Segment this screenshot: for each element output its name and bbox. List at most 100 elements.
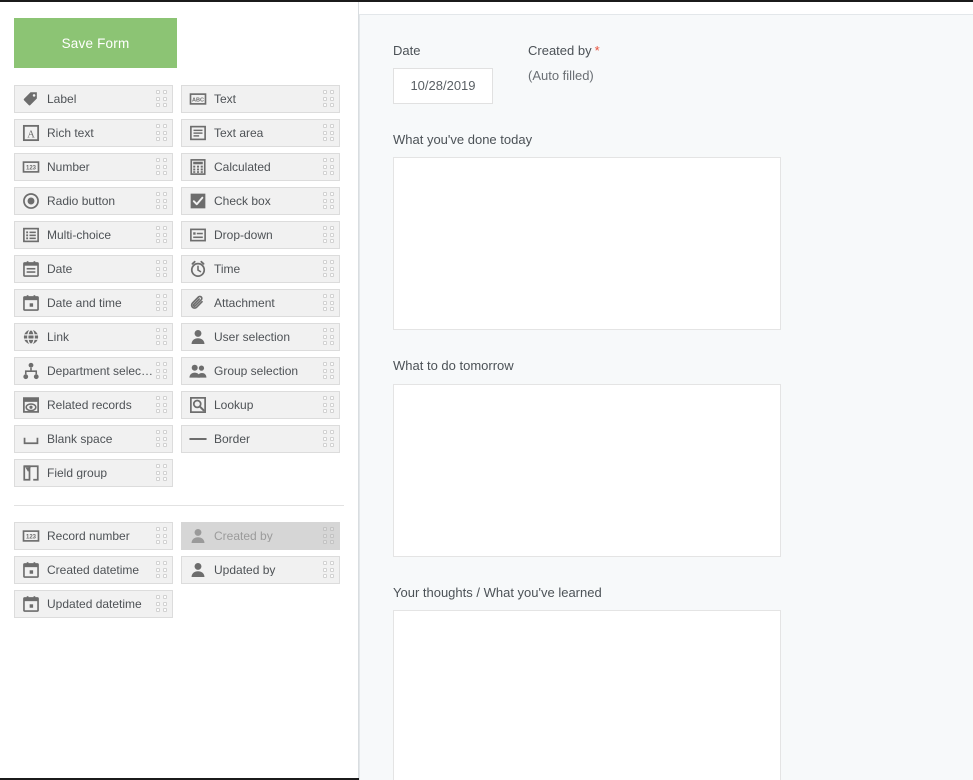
drag-handle-icon[interactable] [156,90,168,108]
palette-field-label[interactable]: Label [14,85,173,113]
palette-field-updated-datetime[interactable]: Updated datetime [14,590,173,618]
palette-field-updated-by[interactable]: Updated by [181,556,340,584]
calendar-clock-icon [21,293,41,313]
tag-icon [21,89,41,109]
drag-handle-icon[interactable] [156,124,168,142]
drag-handle-icon[interactable] [323,192,335,210]
palette-field-label: Department selection [47,365,154,377]
palette-field-attachment[interactable]: Attachment [181,289,340,317]
primary-field-list: Label ABCText ARich text Text area 123 Number… [0,85,359,487]
palette-field-text[interactable]: ABCText [181,85,340,113]
check-box-icon [188,191,208,211]
drag-handle-icon[interactable] [323,328,335,346]
palette-field-label: Text area [214,127,321,139]
textarea-label-1: What to do tomorrow [393,358,973,374]
textarea-input-2[interactable] [393,610,781,780]
textarea-label-2: Your thoughts / What you've learned [393,585,973,601]
palette-divider [14,505,344,506]
form-preview-wrapper: Date Created by* (Auto filled) What you'… [359,2,973,778]
multi-choice-list-icon [21,225,41,245]
palette-field-user-selection[interactable]: User selection [181,323,340,351]
palette-field-label: Number [47,161,154,173]
users-group-icon [188,361,208,381]
drag-handle-icon[interactable] [156,396,168,414]
created-by-label-text: Created by [528,43,592,58]
palette-field-drop-down[interactable]: Drop-down [181,221,340,249]
palette-field-label: Calculated [214,161,321,173]
form-preview-canvas[interactable]: Date Created by* (Auto filled) What you'… [359,14,973,780]
palette-field-label: Related records [47,399,154,411]
svg-text:123: 123 [26,534,37,540]
palette-field-created-by: Created by [181,522,340,550]
drag-handle-icon[interactable] [156,226,168,244]
palette-field-link[interactable]: Link [14,323,173,351]
palette-field-date[interactable]: Date [14,255,173,283]
palette-field-blank-space[interactable]: Blank space [14,425,173,453]
drag-handle-icon[interactable] [156,260,168,278]
svg-text:A: A [27,130,35,141]
palette-field-label: Time [214,263,321,275]
palette-field-border[interactable]: Border [181,425,340,453]
palette-field-record-number[interactable]: 123Record number [14,522,173,550]
palette-field-date-and-time[interactable]: Date and time [14,289,173,317]
palette-field-department-selection[interactable]: Department selection [14,357,173,385]
drag-handle-icon[interactable] [156,328,168,346]
palette-field-label: Updated datetime [47,598,154,610]
drag-handle-icon[interactable] [156,561,168,579]
palette-field-time[interactable]: Time [181,255,340,283]
drag-handle-icon[interactable] [156,294,168,312]
palette-field-label: Updated by [214,564,321,576]
palette-field-label: Radio button [47,195,154,207]
svg-text:ABC: ABC [192,97,204,103]
textarea-input-0[interactable] [393,157,781,330]
border-line-icon [188,429,208,449]
drag-handle-icon[interactable] [156,527,168,545]
palette-field-group-selection[interactable]: Group selection [181,357,340,385]
drag-handle-icon[interactable] [323,527,335,545]
drag-handle-icon[interactable] [156,192,168,210]
date-field-label: Date [393,43,511,59]
drag-handle-icon[interactable] [156,158,168,176]
drag-handle-icon[interactable] [323,294,335,312]
drag-handle-icon[interactable] [323,158,335,176]
drag-handle-icon[interactable] [323,226,335,244]
text-area-icon [188,123,208,143]
palette-field-radio-button[interactable]: Radio button [14,187,173,215]
drag-handle-icon[interactable] [323,430,335,448]
palette-field-label: Date and time [47,297,154,309]
rich-text-icon: A [21,123,41,143]
palette-field-label: Created by [214,530,321,542]
number-123-icon: 123 [21,157,41,177]
palette-field-created-datetime[interactable]: Created datetime [14,556,173,584]
drag-handle-icon[interactable] [323,396,335,414]
palette-field-lookup[interactable]: Lookup [181,391,340,419]
palette-field-label: Drop-down [214,229,321,241]
drag-handle-icon[interactable] [156,362,168,380]
drag-handle-icon[interactable] [156,464,168,482]
palette-field-label: Date [47,263,154,275]
drag-handle-icon[interactable] [156,430,168,448]
palette-field-text-area[interactable]: Text area [181,119,340,147]
created-by-field-group: Created by* (Auto filled) [528,43,600,83]
textarea-group-0: What you've done today [393,132,973,331]
drag-handle-icon[interactable] [323,561,335,579]
drag-handle-icon[interactable] [323,124,335,142]
calendar-icon [21,259,41,279]
save-form-button[interactable]: Save Form [14,18,177,68]
number-123-icon: 123 [21,526,41,546]
palette-field-rich-text[interactable]: ARich text [14,119,173,147]
palette-field-field-group[interactable]: Field group [14,459,173,487]
palette-field-related-records[interactable]: Related records [14,391,173,419]
palette-field-multi-choice[interactable]: Multi-choice [14,221,173,249]
textarea-input-1[interactable] [393,384,781,557]
created-by-field-label: Created by* [528,43,600,59]
palette-field-number[interactable]: 123 Number [14,153,173,181]
drag-handle-icon[interactable] [323,260,335,278]
date-input[interactable] [393,68,493,104]
drag-handle-icon[interactable] [323,362,335,380]
palette-field-check-box[interactable]: Check box [181,187,340,215]
field-palette-panel: Save Form Label ABCText ARich text Text are… [0,2,359,778]
drag-handle-icon[interactable] [156,595,168,613]
drag-handle-icon[interactable] [323,90,335,108]
palette-field-calculated[interactable]: Calculated [181,153,340,181]
